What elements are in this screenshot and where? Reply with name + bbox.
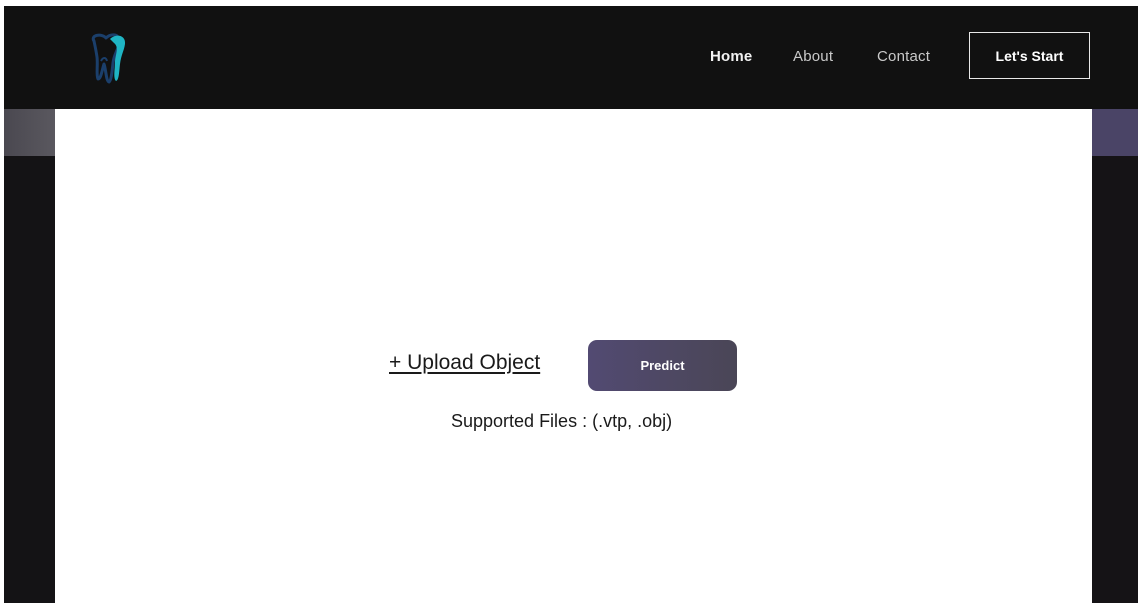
left-accent-bar (4, 109, 55, 156)
page-frame: Home About Contact Let's Start + Upload … (4, 6, 1138, 603)
left-side-panel (4, 109, 55, 603)
supported-files-text: Supported Files : (.vtp, .obj) (451, 411, 673, 431)
nav-contact-link[interactable]: Contact (877, 48, 930, 65)
right-side-panel (1092, 109, 1138, 603)
predict-button[interactable]: Predict (588, 340, 737, 391)
right-accent-bar (1092, 109, 1138, 156)
upload-object-link[interactable]: + Upload Object (389, 351, 540, 375)
nav-home-link[interactable]: Home (710, 48, 752, 65)
navbar: Home About Contact Let's Start (4, 6, 1138, 109)
upload-panel: + Upload Object Predict Supported Files … (55, 109, 1092, 603)
tooth-logo-icon[interactable] (88, 31, 128, 85)
nav-about-link[interactable]: About (793, 48, 833, 65)
lets-start-button[interactable]: Let's Start (969, 32, 1090, 79)
